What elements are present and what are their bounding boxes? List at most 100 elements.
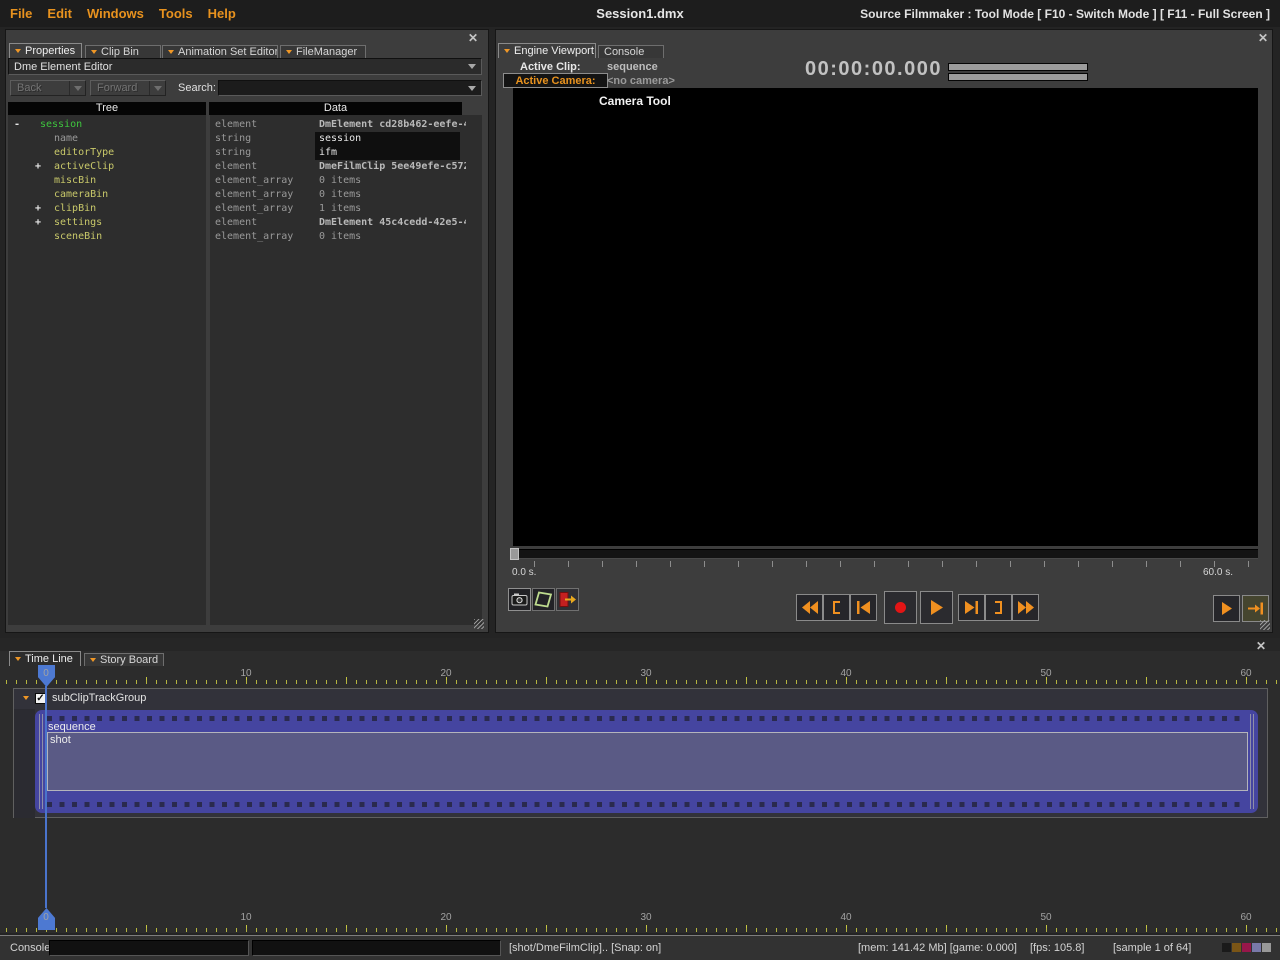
- attr-value[interactable]: DmElement 45c4cedd-42e5-4: [319, 216, 466, 230]
- clip-out-button[interactable]: [985, 594, 1012, 621]
- track-group-label[interactable]: subClipTrackGroup: [52, 692, 146, 704]
- tab-animation-set-editor[interactable]: Animation Set Editor: [162, 45, 278, 58]
- table-row[interactable]: - session element DmElement cd28b462-eef…: [8, 118, 482, 132]
- active-camera-button[interactable]: Active Camera:: [503, 73, 608, 88]
- column-header-tree[interactable]: Tree: [8, 102, 206, 115]
- tab-properties[interactable]: Properties: [9, 43, 82, 58]
- playback-speed-bar[interactable]: [948, 63, 1088, 71]
- tab-console[interactable]: Console: [598, 45, 664, 58]
- timeline-ruler-bottom[interactable]: 0 10 20 30 40 50 60: [0, 905, 1280, 933]
- time-slider-handle[interactable]: [510, 548, 519, 560]
- search-input[interactable]: [218, 80, 482, 96]
- close-icon[interactable]: ✕: [468, 32, 478, 44]
- clip-handle-line[interactable]: [39, 714, 40, 809]
- table-row[interactable]: + activeClip element DmeFilmClip 5ee49ef…: [8, 160, 482, 174]
- playback-speed-bar[interactable]: [948, 73, 1088, 81]
- rewind-button[interactable]: [796, 594, 823, 621]
- attr-value-field[interactable]: session: [315, 132, 460, 146]
- tab-arrow-icon: [168, 50, 174, 54]
- playhead-line[interactable]: [45, 686, 47, 908]
- chevron-down-icon: [468, 86, 476, 91]
- column-header-data[interactable]: Data: [209, 102, 462, 115]
- attr-name[interactable]: name: [54, 132, 78, 146]
- fast-forward-button[interactable]: [1012, 594, 1039, 621]
- attr-name[interactable]: sceneBin: [54, 230, 102, 244]
- play-button[interactable]: [920, 591, 953, 624]
- skip-to-start-icon: [856, 600, 871, 615]
- attr-name[interactable]: clipBin: [54, 202, 96, 216]
- tab-arrow-icon: [90, 658, 96, 662]
- record-button[interactable]: [884, 591, 917, 624]
- record-camera-button[interactable]: [556, 588, 579, 611]
- table-row[interactable]: cameraBin element_array 0 items: [8, 188, 482, 202]
- go-to-start-button[interactable]: [850, 594, 877, 621]
- tab-arrow-icon: [15, 49, 21, 53]
- forward-history-arrow[interactable]: [149, 81, 165, 95]
- attr-name[interactable]: cameraBin: [54, 188, 108, 202]
- collapse-arrow-icon[interactable]: [23, 696, 29, 700]
- shot-clip[interactable]: shot: [47, 732, 1248, 791]
- close-icon[interactable]: ✕: [1258, 32, 1268, 44]
- tab-engine-viewport[interactable]: Engine Viewport: [498, 43, 596, 58]
- sequence-clip[interactable]: sequence shot: [35, 710, 1258, 813]
- play-to-end-button[interactable]: [1242, 595, 1269, 622]
- track-group-gutter: [14, 709, 35, 818]
- tab-label: Clip Bin: [101, 46, 139, 58]
- ruler-number: 0: [43, 668, 49, 679]
- tab-story-board[interactable]: Story Board: [84, 653, 164, 666]
- table-row[interactable]: editorType string ifm: [8, 146, 482, 160]
- table-row[interactable]: + clipBin element_array 1 items: [8, 202, 482, 216]
- clip-handle-line[interactable]: [1250, 714, 1251, 809]
- table-row[interactable]: + settings element DmElement 45c4cedd-42…: [8, 216, 482, 230]
- table-row[interactable]: sceneBin element_array 0 items: [8, 230, 482, 244]
- timeline-ruler-top[interactable]: 0 10 20 30 40 50 60: [0, 666, 1280, 684]
- attr-name[interactable]: session: [40, 118, 82, 132]
- console-input-secondary[interactable]: [252, 940, 501, 956]
- attr-value-field[interactable]: ifm: [315, 146, 460, 160]
- go-to-end-button[interactable]: [958, 594, 985, 621]
- clip-handle-line[interactable]: [1253, 714, 1254, 809]
- attr-name[interactable]: settings: [54, 216, 102, 230]
- ruler-ticks: [0, 680, 1280, 684]
- attr-value[interactable]: 0 items: [319, 188, 361, 202]
- viewport-time-slider[interactable]: [510, 549, 1258, 559]
- viewport-render-area[interactable]: Camera Tool: [513, 88, 1258, 546]
- attr-value[interactable]: 0 items: [319, 230, 361, 244]
- expand-toggle[interactable]: +: [35, 216, 41, 230]
- table-row[interactable]: name string session: [8, 132, 482, 146]
- tab-label: FileManager: [296, 46, 357, 58]
- play-icon: [930, 599, 944, 616]
- attr-value[interactable]: 0 items: [319, 174, 361, 188]
- expand-toggle[interactable]: -: [14, 118, 20, 132]
- forward-button[interactable]: Forward: [90, 80, 166, 96]
- clip-handle-line[interactable]: [42, 714, 43, 809]
- ruler-number: 50: [1040, 668, 1051, 679]
- clip-in-button[interactable]: [823, 594, 850, 621]
- tab-clip-bin[interactable]: Clip Bin: [85, 45, 161, 58]
- attr-value[interactable]: DmeFilmClip 5ee49efe-c572: [319, 160, 466, 174]
- expand-toggle[interactable]: +: [35, 160, 41, 174]
- timecode-display: 00:00:00.000: [805, 58, 942, 81]
- tab-time-line[interactable]: Time Line: [9, 651, 81, 666]
- work-camera-button[interactable]: [532, 588, 555, 611]
- attr-name[interactable]: editorType: [54, 146, 114, 160]
- forward-label: Forward: [91, 81, 149, 95]
- attr-value[interactable]: DmElement cd28b462-eefe-4: [319, 118, 466, 132]
- console-input[interactable]: [49, 940, 249, 956]
- back-button[interactable]: Back: [10, 80, 86, 96]
- resize-grip[interactable]: [474, 619, 484, 629]
- attr-name[interactable]: activeClip: [54, 160, 114, 174]
- back-history-arrow[interactable]: [69, 81, 85, 95]
- expand-toggle[interactable]: +: [35, 202, 41, 216]
- play-once-button[interactable]: [1213, 595, 1240, 622]
- camera-tool-button[interactable]: [508, 588, 531, 611]
- table-row[interactable]: miscBin element_array 0 items: [8, 174, 482, 188]
- attr-value[interactable]: 1 items: [319, 202, 361, 216]
- editor-select[interactable]: Dme Element Editor: [8, 58, 482, 75]
- properties-panel: ✕ Properties Clip Bin Animation Set Edit…: [6, 30, 488, 632]
- resize-grip[interactable]: [1260, 620, 1270, 630]
- ruler-number: 40: [840, 668, 851, 679]
- close-icon[interactable]: ✕: [1256, 640, 1266, 652]
- tab-filemanager[interactable]: FileManager: [280, 45, 366, 58]
- attr-name[interactable]: miscBin: [54, 174, 96, 188]
